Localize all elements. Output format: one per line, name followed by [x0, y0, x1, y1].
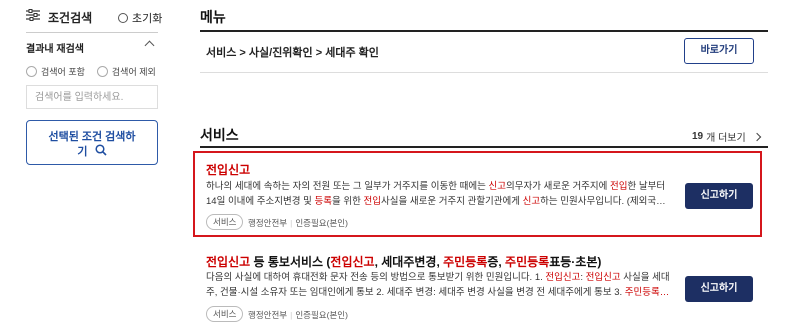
- more-count: 19: [692, 131, 704, 142]
- service-title[interactable]: 전입신고: [206, 161, 250, 178]
- more-label: 개 더보기: [706, 133, 746, 144]
- search-icon: [95, 144, 107, 160]
- apply-conditions-button[interactable]: 선택된 조건 검색하 기: [26, 120, 158, 165]
- exclude-label[interactable]: 검색어 제외: [112, 65, 156, 78]
- more-link[interactable]: 19 개 더보기: [692, 129, 761, 144]
- agency: 행정안전부: [248, 310, 288, 320]
- within-search-options: 검색어 포함 검색어 제외: [26, 65, 156, 78]
- reset-label: 초기화: [132, 13, 163, 25]
- filter-header: 조건검색: [26, 6, 92, 28]
- report-button[interactable]: 신고하기: [685, 276, 753, 302]
- filter-title: 조건검색: [48, 10, 93, 25]
- within-search-title: 결과내 재검색: [26, 44, 84, 55]
- service-meta: 행정안전부 | 인증필요(본인): [248, 310, 348, 320]
- go-button[interactable]: 바로가기: [684, 38, 754, 64]
- apply-label-line2: 기: [77, 145, 88, 158]
- service-title[interactable]: 전입신고 등 통보서비스 (전입신고, 세대주변경, 주민등록증, 주민등록표등…: [206, 253, 601, 270]
- reset-button[interactable]: 초기화: [118, 10, 162, 26]
- service-tag: 서비스: [206, 214, 244, 230]
- service-tag: 서비스: [206, 306, 244, 322]
- auth-required: 인증필요(본인): [295, 310, 348, 320]
- breadcrumb: 서비스 > 사실/진위확인 > 세대주 확인: [206, 47, 379, 59]
- menu-section-title: 메뉴: [200, 9, 226, 25]
- exclude-radio[interactable]: [96, 66, 108, 77]
- service-description: 다음의 사실에 대하여 휴대전화 문자 전송 등의 방법으로 통보받기 위한 민…: [206, 272, 670, 298]
- reset-icon: [118, 13, 128, 23]
- divider: [200, 146, 768, 148]
- apply-label-line1: 선택된 조건 검색하: [48, 131, 136, 143]
- include-radio[interactable]: [26, 66, 37, 77]
- filter-sliders-icon: [26, 8, 40, 26]
- filter-panel: 조건검색 초기화 결과내 재검색 검색어 포함 검색어 제외 선택된 조건 검색…: [0, 0, 172, 331]
- search-input[interactable]: [26, 85, 158, 109]
- agency: 행정안전부: [248, 218, 288, 228]
- services-section-title: 서비스: [200, 127, 239, 143]
- divider: [200, 30, 768, 32]
- divider: [200, 72, 768, 73]
- include-label[interactable]: 검색어 포함: [41, 65, 85, 78]
- auth-required: 인증필요(본인): [295, 218, 348, 228]
- service-meta: 행정안전부 | 인증필요(본인): [248, 218, 348, 228]
- divider: [26, 32, 158, 33]
- service-description: 하나의 세대에 속하는 자의 전원 또는 그 일부가 거주지를 이동한 때에는 …: [206, 181, 666, 207]
- chevron-right-icon: [752, 132, 761, 141]
- chevron-up-icon[interactable]: [144, 40, 155, 51]
- report-button[interactable]: 신고하기: [685, 183, 753, 209]
